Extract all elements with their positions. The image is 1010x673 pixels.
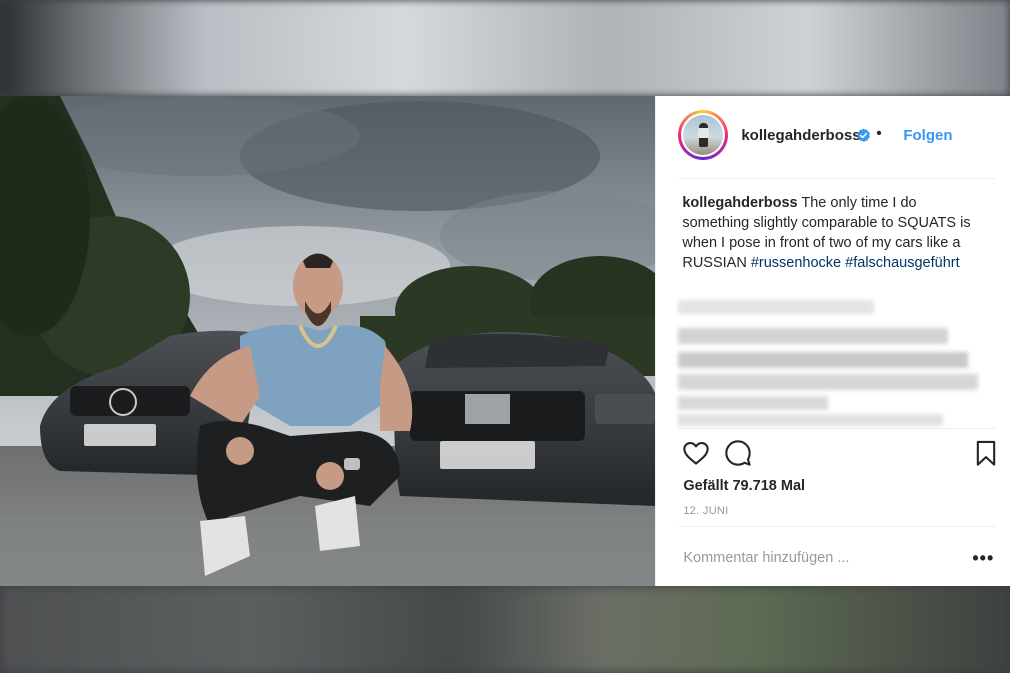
comment-input[interactable]: Kommentar hinzufügen ... xyxy=(683,550,849,566)
verified-badge-icon xyxy=(857,128,871,142)
post-photo[interactable] xyxy=(0,96,656,586)
blurred-top-strip xyxy=(0,0,1010,96)
hashtag-link[interactable]: #falschausgeführt xyxy=(845,255,959,271)
more-options-button[interactable]: ••• xyxy=(972,548,994,569)
caption-username[interactable]: kollegahderboss xyxy=(682,195,797,211)
hashtag-link[interactable]: #russenhocke xyxy=(751,255,841,271)
blurred-comment xyxy=(678,300,875,314)
post-caption: kollegahderboss The only time I do somet… xyxy=(682,193,982,273)
blurred-comment xyxy=(678,374,979,390)
blurred-comment xyxy=(678,414,944,426)
likes-count[interactable]: Gefällt 79.718 Mal xyxy=(683,478,805,494)
comment-divider xyxy=(678,526,997,527)
post-header: kollegahderboss • Folgen xyxy=(656,96,1010,178)
avatar-frame xyxy=(681,113,726,157)
blurred-comment xyxy=(678,352,969,368)
comments-divider xyxy=(678,428,997,429)
blurred-comment xyxy=(678,396,829,410)
avatar-figure-shirt xyxy=(698,128,710,138)
header-divider xyxy=(678,178,997,179)
blurred-bottom-strip xyxy=(0,586,1010,673)
avatar-image xyxy=(683,115,724,155)
bookmark-icon[interactable] xyxy=(972,439,1000,467)
comment-icon[interactable] xyxy=(724,439,752,467)
avatar[interactable] xyxy=(678,110,729,160)
post-username[interactable]: kollegahderboss xyxy=(741,127,860,144)
heart-icon[interactable] xyxy=(682,439,710,467)
post-date: 12. JUNI xyxy=(683,505,729,517)
instagram-post: kollegahderboss • Folgen kollegahderboss… xyxy=(0,96,1010,586)
action-bar xyxy=(682,439,1000,469)
follow-button[interactable]: Folgen xyxy=(903,127,952,144)
post-side-panel: kollegahderboss • Folgen kollegahderboss… xyxy=(655,96,1010,586)
blurred-comment xyxy=(678,328,949,344)
header-separator: • xyxy=(876,125,882,142)
photo-illustration xyxy=(0,96,656,586)
